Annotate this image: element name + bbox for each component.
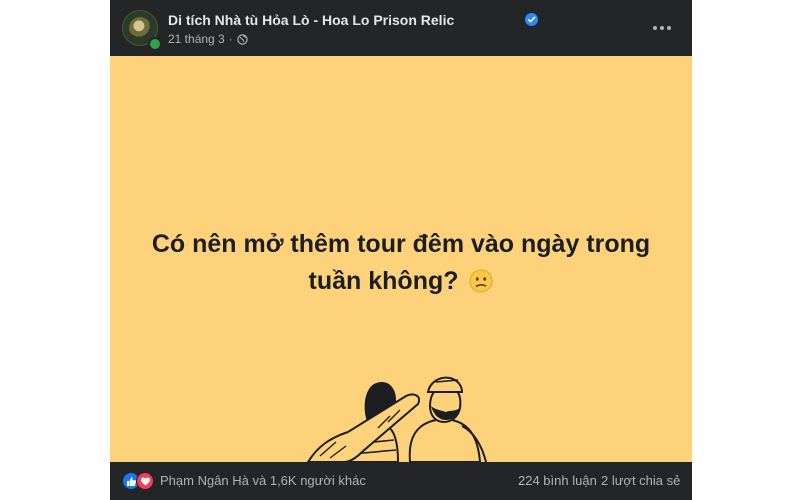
reaction-icons[interactable] xyxy=(122,472,156,490)
facebook-post: Di tích Nhà tù Hỏa Lò - Hoa Lo Prison Re… xyxy=(110,0,692,500)
avatar-logo xyxy=(129,17,151,39)
meta-separator: · xyxy=(228,32,233,46)
confused-face-emoji xyxy=(469,267,493,293)
post-date-link[interactable]: 21 tháng 3 xyxy=(168,32,225,46)
couple-illustration xyxy=(306,376,487,462)
verified-badge-icon xyxy=(525,13,538,26)
post-image[interactable]: Có nên mở thêm tour đêm vào ngày trong t… xyxy=(110,56,692,462)
comments-count-link[interactable]: 224 bình luận xyxy=(518,473,597,488)
reactions-summary-link[interactable]: Phạm Ngân Hà và 1,6K người khác xyxy=(160,473,366,488)
globe-icon[interactable] xyxy=(237,33,248,45)
more-options-dot xyxy=(660,26,664,30)
online-status-dot xyxy=(148,37,162,51)
post-meta: 21 tháng 3 · xyxy=(168,32,248,46)
post-image-text: Có nên mở thêm tour đêm vào ngày trong t… xyxy=(130,226,672,300)
post-question: Có nên mở thêm tour đêm vào ngày trong t… xyxy=(151,230,651,295)
shares-count-link[interactable]: 2 lượt chia sẻ xyxy=(601,473,680,488)
more-options-dot xyxy=(667,26,671,30)
post-footer: Phạm Ngân Hà và 1,6K người khác 224 bình… xyxy=(110,462,692,500)
love-icon xyxy=(136,472,154,490)
post-header: Di tích Nhà tù Hỏa Lò - Hoa Lo Prison Re… xyxy=(110,0,692,56)
more-options-button[interactable] xyxy=(644,12,680,44)
page-name-link[interactable]: Di tích Nhà tù Hỏa Lò - Hoa Lo Prison Re… xyxy=(168,12,454,28)
more-options-icon xyxy=(653,26,657,30)
